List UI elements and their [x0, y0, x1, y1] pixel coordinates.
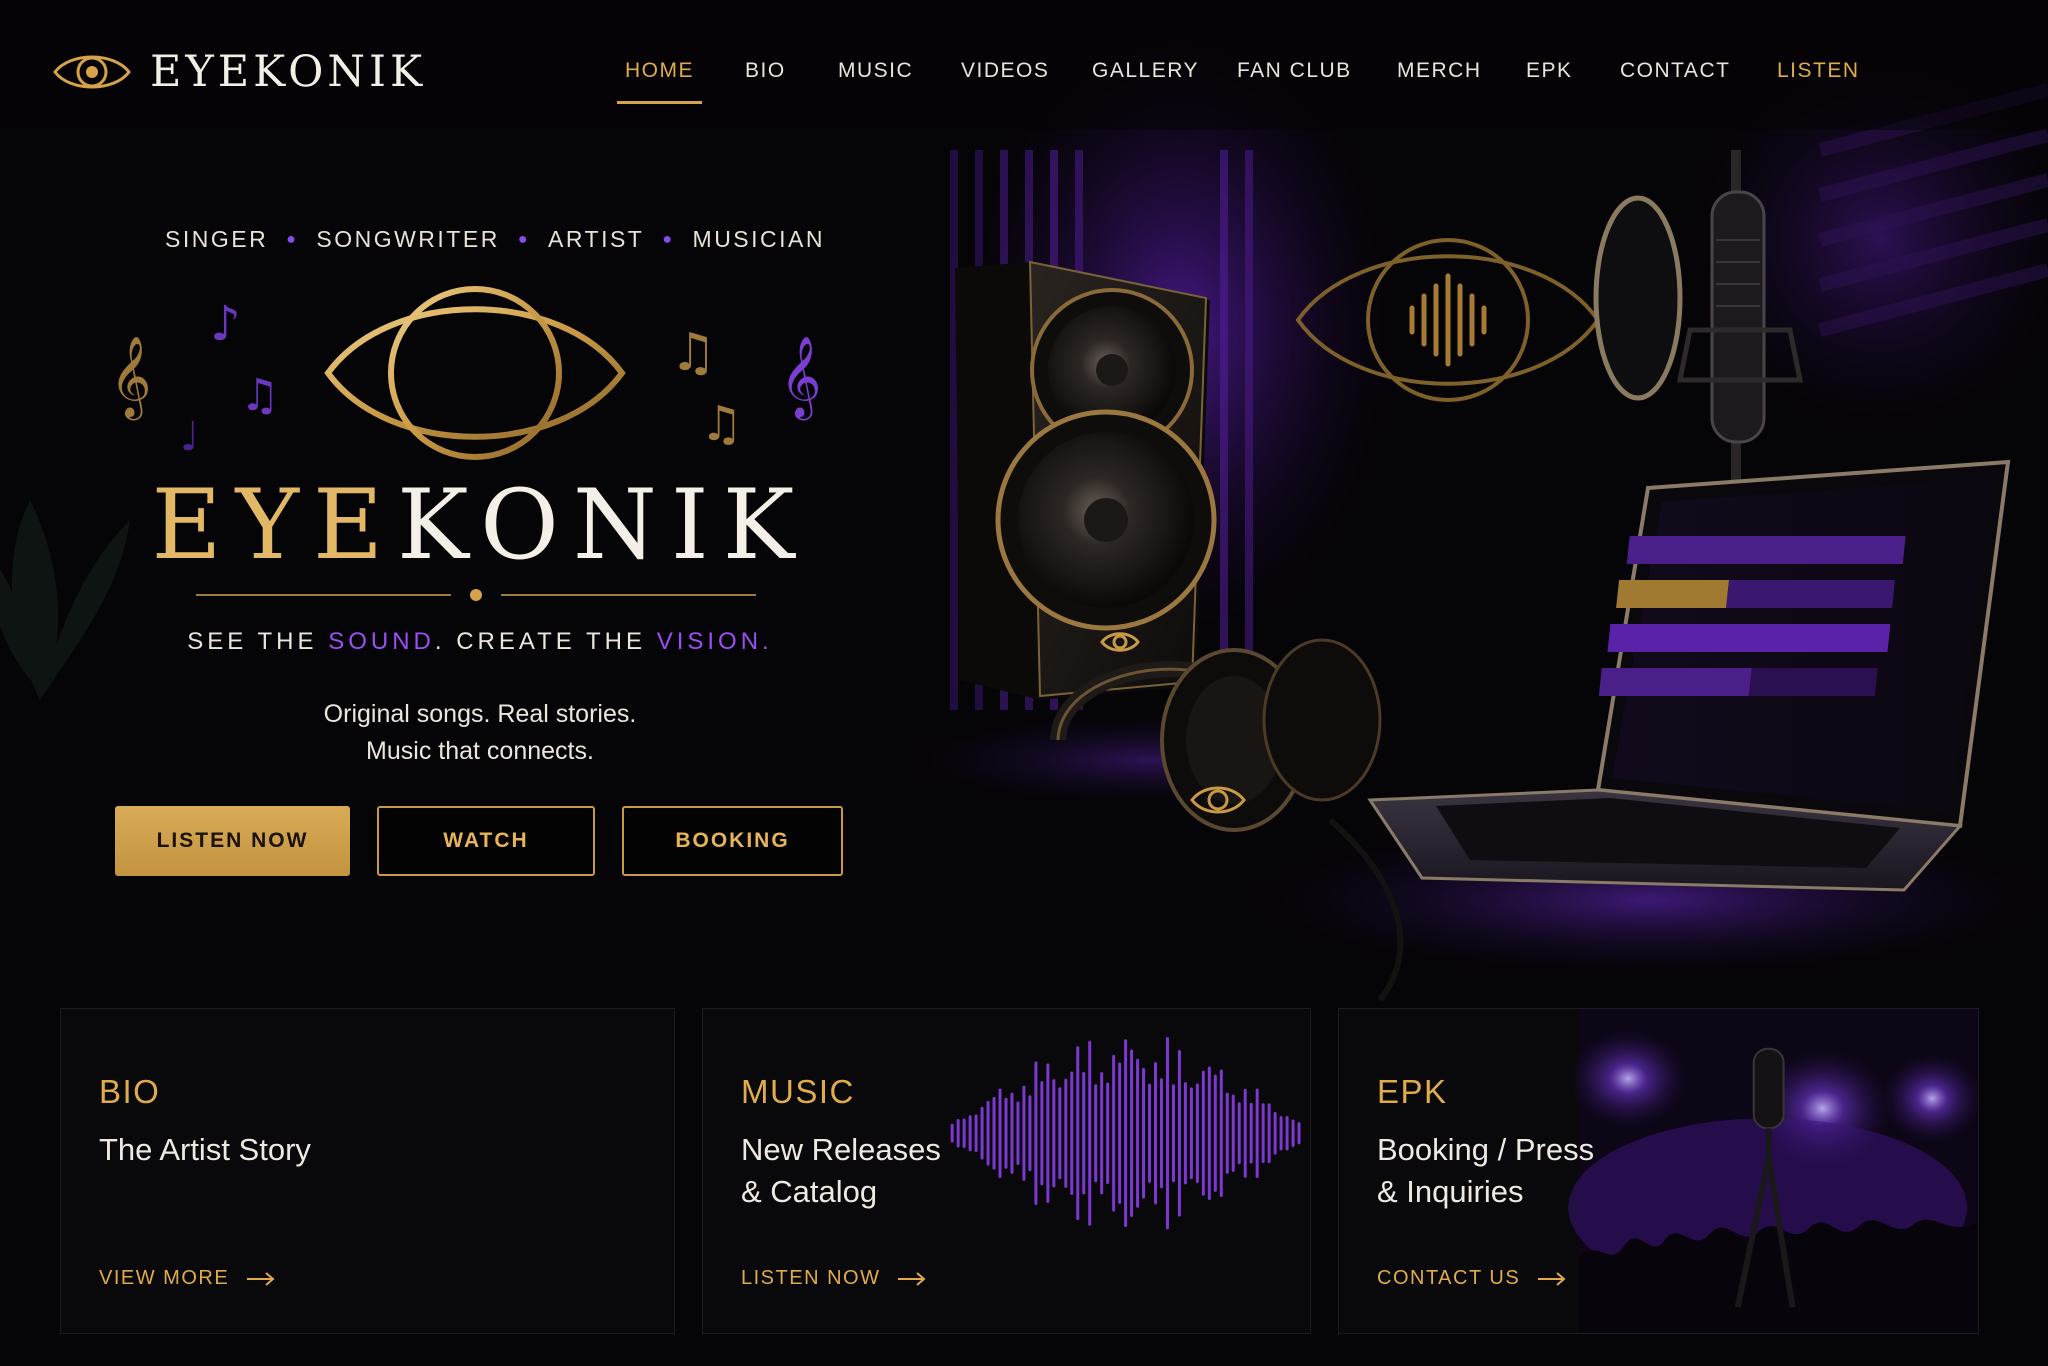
- bio-card[interactable]: BIO The Artist Story VIEW MORE: [60, 1008, 675, 1334]
- brand-wordmark: EYEKONIK: [150, 47, 427, 97]
- nav-gallery[interactable]: GALLERY: [1092, 50, 1199, 106]
- slogan-accent-sound: SOUND: [328, 628, 435, 655]
- listen-now-link[interactable]: LISTEN NOW: [741, 1267, 926, 1290]
- arrow-right-icon: [247, 1271, 275, 1286]
- nav-bio[interactable]: BIO: [745, 50, 786, 106]
- slogan-part: . CREATE THE: [434, 628, 657, 655]
- nav-home[interactable]: HOME: [617, 50, 702, 106]
- wordmark-konik: KONIK: [397, 469, 809, 581]
- nav-videos[interactable]: VIDEOS: [961, 50, 1049, 106]
- hero-subtitle: Original songs. Real stories. Music that…: [110, 696, 850, 770]
- card-title: BIO: [99, 1073, 161, 1110]
- card-link-label: VIEW MORE: [99, 1267, 230, 1289]
- hero-subtitle-line: Original songs. Real stories.: [323, 700, 637, 728]
- eye-soundwave-icon: [53, 55, 131, 89]
- nav-listen[interactable]: LISTEN: [1777, 50, 1860, 106]
- card-link-label: LISTEN NOW: [741, 1267, 881, 1289]
- card-title: EPK: [1377, 1073, 1448, 1110]
- arrow-right-icon: [898, 1271, 926, 1286]
- nav-music[interactable]: MUSIC: [838, 50, 913, 106]
- card-description: Booking / Press & Inquiries: [1377, 1132, 1595, 1209]
- music-note-icon: ♩: [180, 414, 199, 460]
- hero-subtitle-line: Music that connects.: [366, 737, 594, 765]
- epk-card[interactable]: EPK Booking / Press & Inquiries CONTACT …: [1338, 1008, 1979, 1334]
- music-card[interactable]: MUSIC New Releases & Catalog LISTEN NOW: [702, 1008, 1311, 1334]
- hero-wordmark: EYEKONIK: [110, 470, 850, 580]
- card-title: MUSIC: [741, 1073, 855, 1110]
- card-description: New Releases & Catalog: [741, 1132, 941, 1209]
- slogan-part: SEE THE: [187, 628, 329, 655]
- wordmark-eye: EYE: [151, 469, 398, 581]
- music-note-icon: ♫: [240, 370, 279, 421]
- roles-tagline: SINGER ● SONGWRITER ● ARTIST ● MUSICIAN: [165, 226, 822, 253]
- nav-epk[interactable]: EPK: [1526, 50, 1573, 106]
- treble-clef-icon: 𝄞: [110, 335, 151, 420]
- hero-eye-logo-icon: [324, 286, 626, 460]
- bullet-dot: ●: [286, 230, 299, 248]
- nav-merch[interactable]: MERCH: [1397, 50, 1482, 106]
- card-link-label: CONTACT US: [1377, 1267, 1521, 1289]
- nav-fan-club[interactable]: FAN CLUB: [1237, 50, 1352, 106]
- slogan-period: .: [762, 628, 773, 655]
- nav-contact[interactable]: CONTACT: [1620, 50, 1730, 106]
- role-songwriter: SONGWRITER: [316, 226, 500, 252]
- music-note-icon: ♪: [210, 296, 241, 352]
- treble-clef-icon: 𝄞: [780, 335, 821, 420]
- brand-logo[interactable]: EYEKONIK: [52, 44, 426, 100]
- card-description: The Artist Story: [99, 1132, 311, 1167]
- hero-slogan: SEE THE SOUND. CREATE THE VISION.: [110, 628, 850, 656]
- bullet-dot: ●: [662, 230, 675, 248]
- gold-divider: [196, 589, 756, 601]
- listen-now-button[interactable]: LISTEN NOW: [115, 806, 350, 876]
- bullet-dot: ●: [517, 230, 530, 248]
- music-note-icon: ♫: [700, 396, 743, 452]
- booking-button[interactable]: BOOKING: [622, 806, 843, 876]
- arrow-right-icon: [1538, 1271, 1566, 1286]
- watch-button[interactable]: WATCH: [377, 806, 595, 876]
- slogan-accent-vision: VISION: [656, 628, 763, 655]
- view-more-link[interactable]: VIEW MORE: [99, 1267, 275, 1290]
- role-singer: SINGER: [165, 226, 269, 252]
- contact-us-link[interactable]: CONTACT US: [1377, 1267, 1566, 1290]
- music-note-icon: ♫: [670, 323, 717, 383]
- role-artist: ARTIST: [547, 226, 645, 252]
- role-musician: MUSICIAN: [692, 226, 825, 252]
